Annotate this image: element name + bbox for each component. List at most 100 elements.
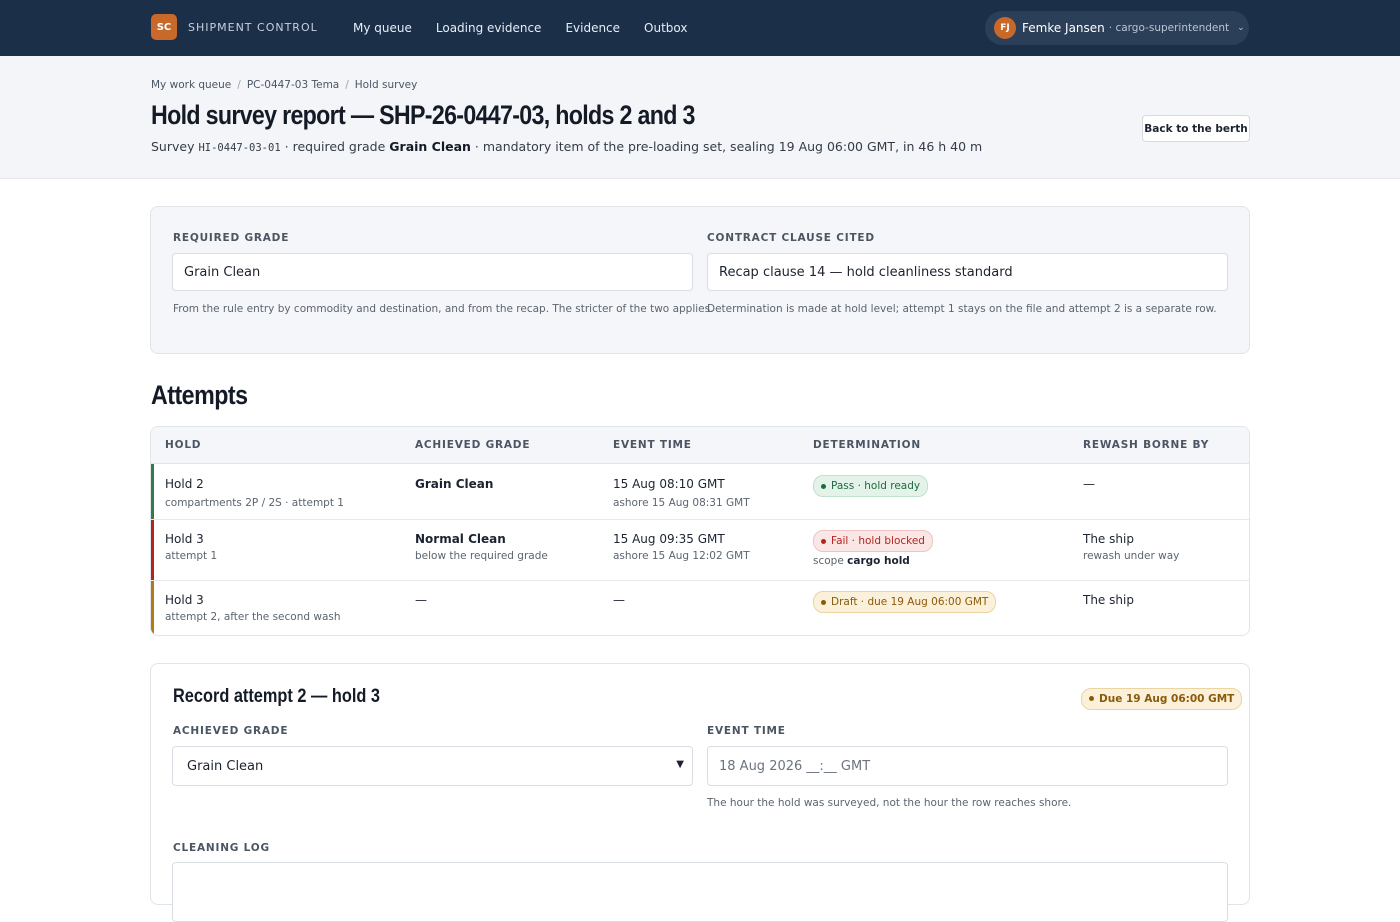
user-role: · cargo-superintendent (1108, 22, 1230, 34)
status-dot-icon (821, 599, 826, 605)
page-header: My work queue / PC-0447-03 Tema / Hold surve… (0, 56, 1400, 179)
rewash-cell: The ship rewash under way (1083, 532, 1179, 562)
status-dot-icon (821, 538, 826, 544)
cleaning-log-field[interactable] (172, 862, 1228, 922)
contract-clause-hint: Determination is made at hold level; att… (707, 303, 1217, 315)
grade-panel: REQUIRED GRADE Grain Clean From the rule… (150, 206, 1250, 354)
event-time: 15 Aug 09:35 GMT (613, 532, 725, 546)
required-grade-field[interactable]: Grain Clean (172, 253, 693, 291)
subtitle-prefix: Survey (151, 139, 199, 154)
selected-grade: Grain Clean (187, 758, 264, 774)
determination-cell: Fail · hold blocked scope cargo hold (813, 530, 933, 567)
time-cell: 15 Aug 08:10 GMT ashore 15 Aug 08:31 GMT (613, 477, 750, 509)
table-row[interactable]: Hold 3 attempt 1 Normal Clean below the re… (151, 520, 1249, 581)
breadcrumb-work-queue[interactable]: My work queue (151, 79, 231, 91)
time-cell: — (613, 593, 625, 607)
achieved-grade-select[interactable]: Grain Clean ▼ (172, 746, 693, 786)
status-badge: Pass · hold ready (813, 475, 929, 497)
hold-name: Hold 3 (165, 593, 204, 607)
record-attempt-form: Record attempt 2 — hold 3 Due 19 Aug 06:… (150, 663, 1250, 922)
column-determination: DETERMINATION (813, 439, 921, 451)
achieved-grade: Normal Clean (415, 532, 506, 546)
chevron-down-icon: ▼ (676, 759, 684, 770)
status-dot-icon (821, 483, 826, 489)
top-bar: SC SHIPMENT CONTROL My queue Loading evi… (0, 0, 1400, 56)
column-rewash-borne-by: REWASH BORNE BY (1083, 439, 1210, 451)
achieved-grade: Grain Clean (415, 477, 494, 491)
event-time-input[interactable]: 18 Aug 2026 __:__ GMT (707, 746, 1228, 786)
nav-my-queue[interactable]: My queue (353, 21, 412, 35)
hold-cell: Hold 3 attempt 1 (165, 532, 217, 562)
status-badge: Draft · due 19 Aug 06:00 GMT (813, 591, 997, 613)
main-nav: My queue Loading evidence Evidence Outbo… (353, 0, 712, 56)
required-grade-hint: From the rule entry by commodity and des… (173, 303, 714, 315)
hold-name: Hold 2 (165, 477, 204, 491)
brand[interactable]: SC SHIPMENT CONTROL (151, 14, 318, 40)
subtitle-mid: · required grade (280, 139, 390, 154)
hold-name: Hold 3 (165, 532, 204, 546)
determination-cell: Draft · due 19 Aug 06:00 GMT (813, 591, 997, 613)
status-dot-icon (1089, 696, 1094, 701)
grade-cell: Grain Clean (415, 477, 493, 491)
status-badge: Due 19 Aug 06:00 GMT (1081, 687, 1243, 710)
page-subtitle: Survey HI-0447-03-01 · required grade Gr… (151, 139, 982, 154)
rewash-cell: — (1083, 477, 1095, 491)
attempts-heading: Attempts (151, 380, 248, 410)
subtitle-suffix: · mandatory item of the pre-loading set,… (470, 139, 983, 154)
status-text: Fail · hold blocked (831, 535, 925, 547)
achieved-grade-label: ACHIEVED GRADE (173, 725, 289, 737)
event-time-label: EVENT TIME (707, 725, 786, 737)
required-grade-label: REQUIRED GRADE (173, 232, 290, 244)
determination-scope: scope cargo hold (813, 555, 933, 567)
scope-prefix: scope (813, 555, 848, 567)
app-name: SHIPMENT CONTROL (188, 20, 318, 34)
table-row[interactable]: Hold 2 compartments 2P / 2S · attempt 1 G… (151, 464, 1249, 520)
breadcrumb-separator: / (237, 79, 241, 91)
avatar: FJ (994, 17, 1016, 39)
hold-cell: Hold 2 compartments 2P / 2S · attempt 1 (165, 477, 344, 509)
due-badge: Due 19 Aug 06:00 GMT (1081, 686, 1243, 710)
event-time-hint: The hour the hold was surveyed, not the … (707, 797, 1072, 809)
grade-detail: below the required grade (415, 550, 548, 562)
chevron-down-icon: ⌄ (1237, 23, 1245, 33)
attempts-table: HOLD ACHIEVED GRADE EVENT TIME DETERMINA… (150, 426, 1250, 636)
breadcrumb-port-call[interactable]: PC-0447-03 Tema (247, 79, 339, 91)
user-menu[interactable]: FJ Femke Jansen · cargo-superintendent ⌄ (985, 11, 1249, 45)
nav-outbox[interactable]: Outbox (644, 21, 687, 35)
grade-cell: — (415, 593, 427, 607)
page-title: Hold survey report — SHP-26-0447-03, hol… (151, 100, 695, 130)
table-row[interactable]: Hold 3 attempt 2, after the second wash —… (151, 581, 1249, 635)
column-hold: HOLD (165, 439, 202, 451)
hold-detail: compartments 2P / 2S · attempt 1 (165, 497, 344, 509)
contract-clause-field[interactable]: Recap clause 14 — hold cleanliness stand… (707, 253, 1228, 291)
breadcrumb: My work queue / PC-0447-03 Tema / Hold surve… (151, 79, 417, 91)
row-accent (151, 464, 154, 519)
ashore-time: ashore 15 Aug 08:31 GMT (613, 497, 750, 509)
cleaning-log-label: CLEANING LOG (173, 842, 270, 854)
grade-cell: Normal Clean below the required grade (415, 532, 548, 562)
nav-loading-evidence[interactable]: Loading evidence (436, 21, 542, 35)
contract-clause-label: CONTRACT CLAUSE CITED (707, 232, 875, 244)
survey-id: HI-0447-03-01 (198, 142, 281, 154)
rewash-party: The ship (1083, 532, 1134, 546)
status-text: Draft · due 19 Aug 06:00 GMT (831, 596, 989, 608)
logo-icon: SC (151, 14, 177, 40)
rewash-cell: The ship (1083, 593, 1134, 607)
back-to-berth-button[interactable]: Back to the berth (1142, 115, 1250, 142)
hold-cell: Hold 3 attempt 2, after the second wash (165, 593, 341, 623)
rewash-detail: rewash under way (1083, 550, 1180, 562)
hold-detail: attempt 1 (165, 550, 218, 562)
nav-evidence[interactable]: Evidence (565, 21, 620, 35)
status-text: Pass · hold ready (831, 480, 921, 492)
breadcrumb-current: Hold survey (354, 79, 418, 91)
breadcrumb-separator: / (345, 79, 349, 91)
ashore-time: ashore 15 Aug 12:02 GMT (613, 550, 750, 562)
column-achieved-grade: ACHIEVED GRADE (415, 439, 531, 451)
time-cell: 15 Aug 09:35 GMT ashore 15 Aug 12:02 GMT (613, 532, 750, 562)
column-event-time: EVENT TIME (613, 439, 692, 451)
form-title: Record attempt 2 — hold 3 (173, 686, 381, 707)
row-accent (151, 520, 154, 580)
scope-value: cargo hold (847, 555, 910, 567)
status-badge: Fail · hold blocked (813, 530, 933, 552)
row-accent (151, 581, 154, 635)
